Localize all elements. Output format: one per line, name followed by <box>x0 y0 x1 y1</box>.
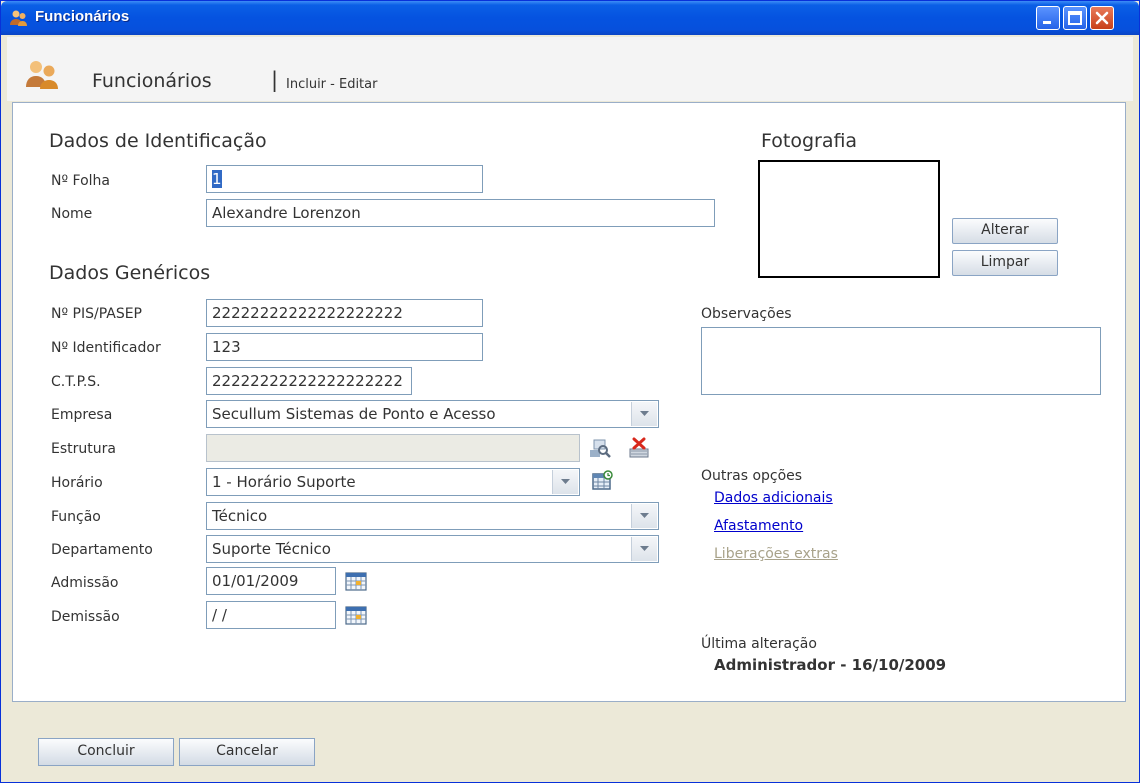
admissao-label: Admissão <box>51 575 119 591</box>
outras-opcoes-label: Outras opções <box>701 468 803 484</box>
calendar-icon[interactable] <box>344 569 368 593</box>
estrutura-label: Estrutura <box>51 441 116 457</box>
pis-label: Nº PIS/PASEP <box>51 306 142 322</box>
chevron-down-icon <box>640 513 649 518</box>
clear-structure-icon[interactable] <box>627 436 651 460</box>
funcao-value: Técnico <box>212 507 268 525</box>
empresa-value: Secullum Sistemas de Ponto e Acesso <box>212 405 496 423</box>
page-title: Funcionários <box>92 70 212 92</box>
identificador-label: Nº Identificador <box>51 340 161 356</box>
application-window: Funcionários Funcionários | Incluir - Ed… <box>0 0 1140 783</box>
horario-label: Horário <box>51 475 103 491</box>
header-separator: | <box>271 68 279 92</box>
nome-value: Alexandre Lorenzon <box>212 204 361 222</box>
empresa-label: Empresa <box>51 407 113 423</box>
demissao-input[interactable]: / / <box>206 601 336 629</box>
funcao-label: Função <box>51 509 101 525</box>
funcao-select[interactable]: Técnico <box>206 502 659 530</box>
fotografia-heading: Fotografia <box>761 130 858 152</box>
concluir-button[interactable]: Concluir <box>38 738 174 766</box>
schedule-table-icon[interactable] <box>590 469 614 493</box>
funcao-dropdown-button[interactable] <box>631 504 657 528</box>
chevron-down-icon <box>640 411 649 416</box>
nome-input[interactable]: Alexandre Lorenzon <box>206 199 715 227</box>
horario-select[interactable]: 1 - Horário Suporte <box>206 468 580 496</box>
chevron-down-icon <box>561 479 570 484</box>
liberacoes-extras-link[interactable]: Liberações extras <box>714 546 838 562</box>
form-panel: Dados de Identificação Nº Folha 1 Nome A… <box>12 102 1126 702</box>
departamento-dropdown-button[interactable] <box>631 537 657 561</box>
folha-label: Nº Folha <box>51 173 110 189</box>
maximize-icon <box>1068 11 1082 25</box>
admissao-input[interactable]: 01/01/2009 <box>206 567 336 595</box>
window-title: Funcionários <box>35 8 130 25</box>
photo-frame <box>758 160 940 278</box>
minimize-icon <box>1043 21 1051 24</box>
maximize-button[interactable] <box>1063 6 1087 30</box>
title-bar[interactable]: Funcionários <box>1 1 1139 35</box>
identificador-value: 123 <box>212 338 241 356</box>
horario-value: 1 - Horário Suporte <box>212 473 356 491</box>
afastamento-link[interactable]: Afastamento <box>714 518 803 534</box>
people-app-icon <box>10 10 27 26</box>
nome-label: Nome <box>51 206 93 222</box>
dados-adicionais-link[interactable]: Dados adicionais <box>714 490 833 506</box>
page-header: Funcionários | Incluir - Editar <box>7 37 1133 101</box>
folha-value: 1 <box>212 170 222 188</box>
cancelar-button[interactable]: Cancelar <box>179 738 315 766</box>
pis-input[interactable]: 22222222222222222222 <box>206 299 483 327</box>
horario-dropdown-button[interactable] <box>552 470 578 494</box>
demissao-label: Demissão <box>51 609 120 625</box>
limpar-button[interactable]: Limpar <box>952 250 1058 276</box>
page-subtitle: Incluir - Editar <box>286 77 378 92</box>
identificacao-heading: Dados de Identificação <box>49 130 267 152</box>
ultima-alteracao-label: Última alteração <box>701 636 817 652</box>
close-button[interactable] <box>1090 6 1114 30</box>
minimize-button[interactable] <box>1036 6 1060 30</box>
ctps-value: 22222222222222222222 <box>212 372 403 390</box>
observacoes-textarea[interactable] <box>701 327 1101 395</box>
identificador-input[interactable]: 123 <box>206 333 483 361</box>
people-icon <box>26 61 58 89</box>
demissao-value: / / <box>212 606 227 624</box>
calendar-icon[interactable] <box>344 603 368 627</box>
observacoes-label: Observações <box>701 306 792 322</box>
search-structure-icon[interactable] <box>588 436 612 460</box>
departamento-select[interactable]: Suporte Técnico <box>206 535 659 563</box>
empresa-select[interactable]: Secullum Sistemas de Ponto e Acesso <box>206 400 659 428</box>
ultima-alteracao-value: Administrador - 16/10/2009 <box>714 656 947 674</box>
genericos-heading: Dados Genéricos <box>49 262 211 284</box>
empresa-dropdown-button[interactable] <box>631 402 657 426</box>
chevron-down-icon <box>640 546 649 551</box>
departamento-label: Departamento <box>51 542 153 558</box>
ctps-label: C.T.P.S. <box>51 374 101 390</box>
close-icon <box>1095 11 1109 25</box>
estrutura-input[interactable] <box>206 434 580 462</box>
admissao-value: 01/01/2009 <box>212 572 299 590</box>
folha-input[interactable]: 1 <box>206 165 483 193</box>
ctps-input[interactable]: 22222222222222222222 <box>206 367 412 395</box>
departamento-value: Suporte Técnico <box>212 540 331 558</box>
pis-value: 22222222222222222222 <box>212 304 403 322</box>
alterar-button[interactable]: Alterar <box>952 218 1058 244</box>
